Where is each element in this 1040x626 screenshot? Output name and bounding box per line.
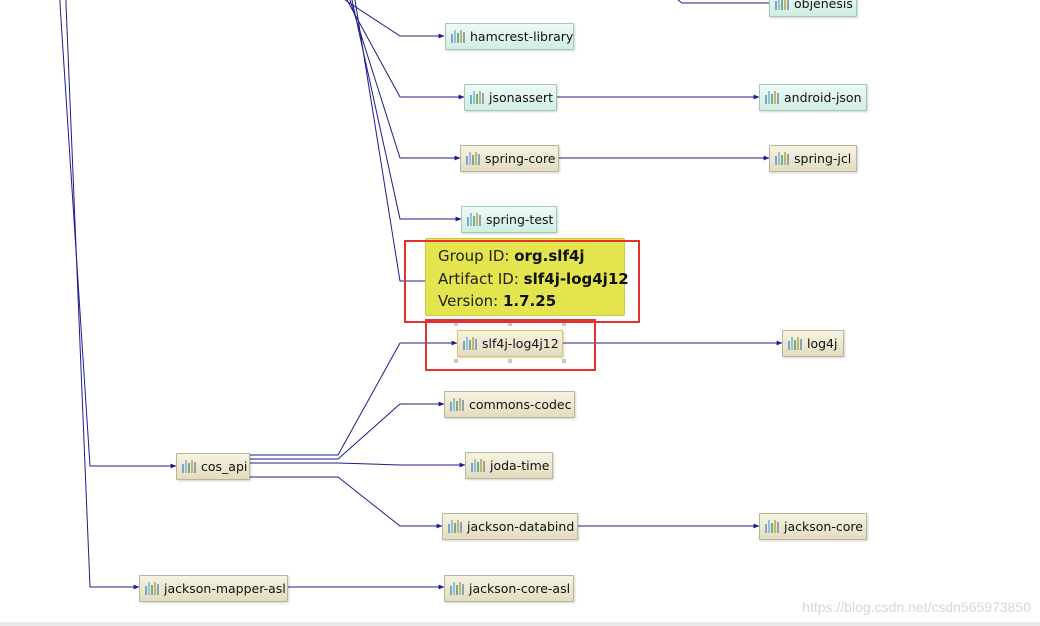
library-icon <box>775 0 789 10</box>
library-icon <box>466 152 480 165</box>
node-label: jsonassert <box>489 90 553 105</box>
node-label: spring-test <box>486 212 554 227</box>
bottom-scroll-edge <box>0 622 1040 626</box>
library-icon <box>775 152 789 165</box>
edge-root-to-cos-api <box>59 0 177 469</box>
library-icon <box>450 398 464 411</box>
node-label: log4j <box>807 336 838 351</box>
node-commons-codec[interactable]: commons-codec <box>444 391 575 418</box>
node-label: jackson-databind <box>467 519 575 534</box>
node-highlight-box <box>425 319 596 371</box>
edge-root-to-objenesis <box>677 0 770 4</box>
edge-cos-to-jackson-databind <box>250 476 443 529</box>
node-label: jackson-core-asl <box>469 581 571 596</box>
library-icon <box>450 582 464 595</box>
dependency-diagram-canvas[interactable]: objenesis hamcrest-library jsonassert an… <box>0 0 1040 626</box>
node-label: cos_api <box>201 459 248 474</box>
node-android-json[interactable]: android-json <box>759 84 867 111</box>
library-icon <box>765 91 779 104</box>
node-objenesis[interactable]: objenesis <box>769 0 857 17</box>
node-label: objenesis <box>794 0 853 11</box>
node-jackson-mapper-asl[interactable]: jackson-mapper-asl <box>139 575 288 602</box>
node-jackson-databind[interactable]: jackson-databind <box>442 513 578 540</box>
library-icon <box>145 582 159 595</box>
library-icon <box>470 91 484 104</box>
node-label: jackson-core <box>784 519 863 534</box>
node-jackson-core-asl[interactable]: jackson-core-asl <box>444 575 574 602</box>
node-label: spring-core <box>485 151 556 166</box>
edge-cos-to-joda-time <box>250 462 466 468</box>
node-cos-api[interactable]: cos_api <box>176 453 250 480</box>
tooltip-highlight-box <box>404 240 640 323</box>
node-spring-test[interactable]: spring-test <box>461 206 557 233</box>
edge-root-to-jackson-mapper-asl <box>65 0 140 590</box>
node-jackson-core[interactable]: jackson-core <box>759 513 867 540</box>
edge-cos-to-commons-codec <box>250 401 445 460</box>
library-icon <box>765 520 779 533</box>
node-hamcrest-library[interactable]: hamcrest-library <box>445 23 574 50</box>
library-icon <box>471 459 485 472</box>
node-label: android-json <box>784 90 862 105</box>
watermark: https://blog.csdn.net/csdn565973850 <box>802 599 1031 615</box>
node-label: jackson-mapper-asl <box>164 581 286 596</box>
node-spring-core[interactable]: spring-core <box>460 145 559 172</box>
edge-to-slf4j-hidden <box>354 0 428 282</box>
node-joda-time[interactable]: joda-time <box>465 452 553 479</box>
edge-to-spring-core <box>349 0 461 161</box>
library-icon <box>182 460 196 473</box>
node-label: commons-codec <box>469 397 572 412</box>
node-jsonassert[interactable]: jsonassert <box>464 84 557 111</box>
library-icon <box>467 213 481 226</box>
library-icon <box>788 337 802 350</box>
node-log4j[interactable]: log4j <box>782 330 844 357</box>
node-spring-jcl[interactable]: spring-jcl <box>769 145 857 172</box>
library-icon <box>448 520 462 533</box>
library-icon <box>451 30 465 43</box>
node-label: hamcrest-library <box>470 29 574 44</box>
node-label: spring-jcl <box>794 151 852 166</box>
node-label: joda-time <box>490 458 550 473</box>
